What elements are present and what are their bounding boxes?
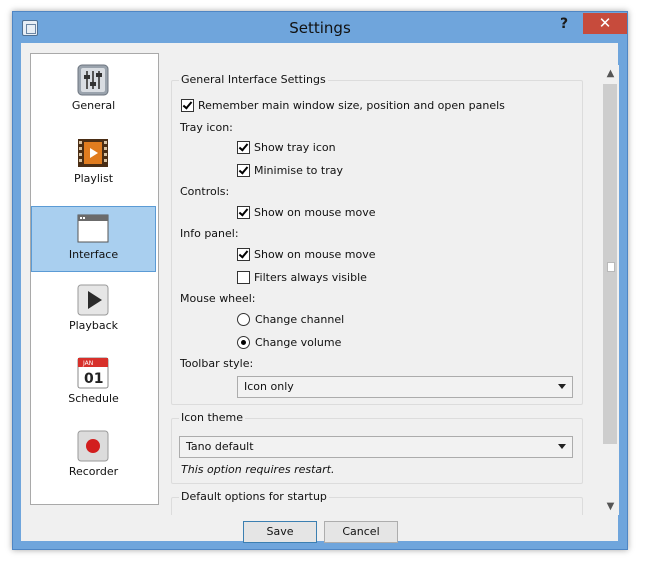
dropdown-value: Tano default [186,440,254,453]
sidebar-item-label: General [71,99,116,112]
window-icon [77,214,109,243]
change-volume-radio[interactable] [237,336,250,349]
dropdown-value: Icon only [244,380,294,393]
icon-theme-group: Icon theme Tano default This option requ… [171,411,583,484]
sidebar-item-interface[interactable]: Interface [31,206,156,272]
scroll-thumb[interactable] [603,84,617,444]
mouse-wheel-label: Mouse wheel: [180,292,256,305]
remember-window-label: Remember main window size, position and … [198,99,505,112]
chevron-down-icon [558,444,566,449]
change-volume-label: Change volume [255,336,342,349]
settings-panel: General Interface Settings Remember main… [171,65,594,515]
remember-window-checkbox[interactable] [181,99,194,112]
scroll-up-icon[interactable]: ▲ [602,65,619,82]
sidebar-item-playlist[interactable]: Playlist [32,131,155,195]
info-panel-label: Info panel: [180,227,239,240]
restart-note: This option requires restart. [181,463,335,476]
calendar-icon: JAN 01 [77,357,109,389]
icon-theme-dropdown[interactable]: Tano default [179,436,573,458]
minimise-tray-label: Minimise to tray [254,164,343,177]
change-channel-radio[interactable] [237,313,250,326]
help-button[interactable]: ? [553,16,575,36]
calendar-month: JAN [82,360,93,367]
sidebar-item-label: Interface [68,248,119,261]
dialog-body: General Playlist Interface Playback JAN … [21,43,619,543]
close-button[interactable]: ✕ [583,13,627,34]
chevron-down-icon [558,384,566,389]
film-strip-icon [78,139,108,167]
sidebar-item-schedule[interactable]: JAN 01 Schedule [32,351,155,415]
vertical-scrollbar[interactable]: ▲ ▼ [602,65,619,515]
sidebar-item-label: Playlist [73,172,114,185]
sidebar-item-label: Schedule [68,392,119,405]
startup-options-group: Default options for startup [171,490,583,515]
title-bar[interactable]: Settings ? ✕ [13,12,627,44]
equalizer-sliders-icon [77,64,109,96]
controls-mouse-checkbox[interactable] [237,206,250,219]
sidebar-item-general[interactable]: General [32,58,155,122]
filters-visible-label: Filters always visible [254,271,367,284]
show-tray-checkbox[interactable] [237,141,250,154]
sidebar-item-recorder[interactable]: Recorder [32,424,155,488]
sidebar-item-label: Playback [68,319,119,332]
tray-icon-label: Tray icon: [180,121,233,134]
category-sidebar: General Playlist Interface Playback JAN … [30,53,159,505]
sidebar-item-label: Recorder [68,465,119,478]
window-title: Settings [289,19,351,37]
group-title: General Interface Settings [179,73,328,86]
info-mouse-checkbox[interactable] [237,248,250,261]
save-button[interactable]: Save [243,521,317,543]
sidebar-item-playback[interactable]: Playback [32,278,155,342]
scroll-grip [607,262,615,272]
controls-mouse-label: Show on mouse move [254,206,376,219]
change-channel-label: Change channel [255,313,345,326]
cancel-button[interactable]: Cancel [324,521,398,543]
toolbar-style-label: Toolbar style: [180,357,254,370]
scroll-down-icon[interactable]: ▼ [602,498,619,515]
record-icon [77,430,109,462]
controls-label: Controls: [180,185,230,198]
show-tray-label: Show tray icon [254,141,336,154]
group-title: Default options for startup [179,490,329,503]
general-interface-group: General Interface Settings Remember main… [171,73,583,405]
group-title: Icon theme [179,411,246,424]
settings-window: Settings ? ✕ General Playlist Interface … [12,11,628,550]
minimise-tray-checkbox[interactable] [237,164,250,177]
calendar-day: 01 [84,371,103,387]
toolbar-style-dropdown[interactable]: Icon only [237,376,573,398]
filters-visible-checkbox[interactable] [237,271,250,284]
play-icon [77,284,109,316]
info-mouse-label: Show on mouse move [254,248,376,261]
